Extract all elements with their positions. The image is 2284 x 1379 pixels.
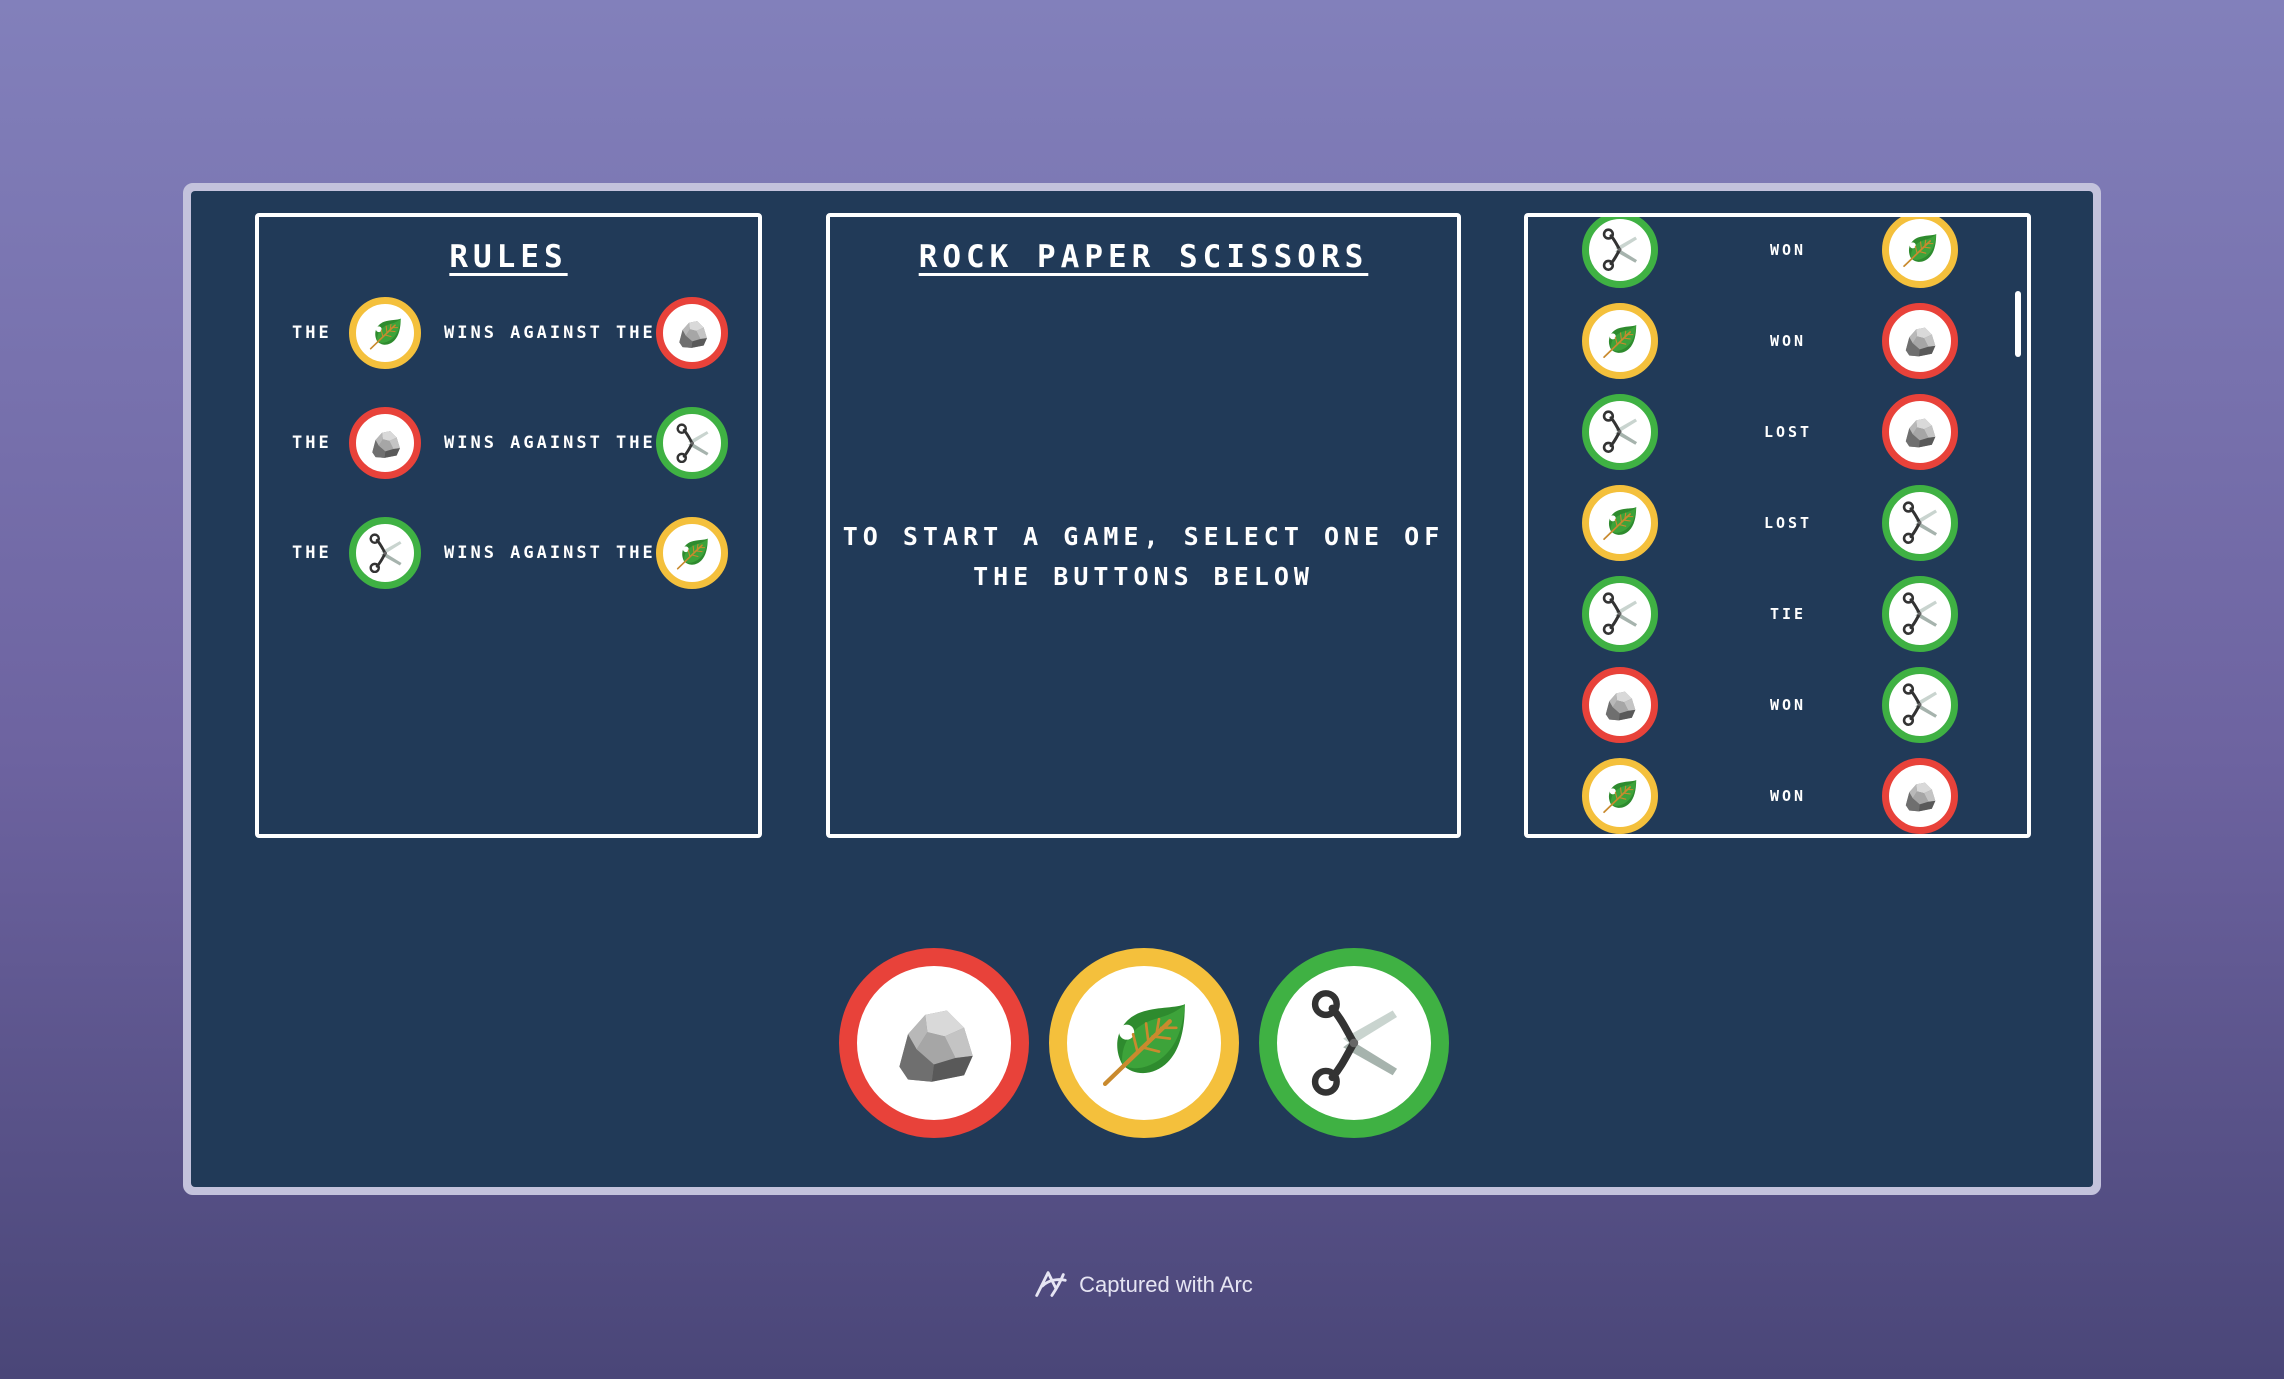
history-result: Won	[1769, 332, 1807, 350]
rock-button[interactable]	[839, 948, 1029, 1138]
scissors-icon	[1882, 576, 1958, 652]
paper-icon	[656, 517, 728, 589]
history-row: Lost	[1528, 392, 2027, 472]
rock-icon	[656, 297, 728, 369]
paper-icon	[1582, 758, 1658, 834]
history-row: Tie	[1528, 574, 2027, 654]
scissors-icon	[656, 407, 728, 479]
capture-footer: Captured with Arc	[0, 1268, 2284, 1302]
history-row: Won	[1528, 756, 2027, 834]
start-message-line1: To start a game, select one of	[842, 522, 1445, 551]
history-result: Lost	[1763, 423, 1813, 441]
scissors-icon	[1882, 485, 1958, 561]
history-row: Won	[1528, 217, 2027, 290]
rule-wins-label: wins against the	[444, 543, 656, 563]
rock-icon	[880, 989, 988, 1097]
scissors-icon	[1582, 576, 1658, 652]
scissors-icon	[1582, 217, 1658, 288]
rules-title: Rules	[449, 239, 568, 275]
history-panel[interactable]: Won Won Lost Lost Tie	[1524, 213, 2031, 838]
rock-icon	[349, 407, 421, 479]
arc-logo-icon	[1035, 1271, 1067, 1297]
rule-the-label: The	[292, 323, 332, 343]
rule-wins-label: wins against the	[444, 433, 656, 453]
rock-icon	[1882, 758, 1958, 834]
start-message-line2: the buttons below	[973, 562, 1314, 591]
main-panel: Rock Paper Scissors To start a game, sel…	[826, 213, 1461, 838]
history-result: Won	[1769, 787, 1807, 805]
scissors-icon	[1882, 667, 1958, 743]
history-row: Lost	[1528, 483, 2027, 563]
scissors-button[interactable]	[1259, 948, 1449, 1138]
rule-the-label: The	[292, 543, 332, 563]
rock-icon	[1582, 667, 1658, 743]
history-result: Lost	[1763, 514, 1813, 532]
history-row: Won	[1528, 301, 2027, 381]
history-result: Won	[1769, 696, 1807, 714]
rule-wins-label: wins against the	[444, 323, 656, 343]
paper-icon	[349, 297, 421, 369]
footer-text: Captured with Arc	[1079, 1272, 1253, 1297]
rule-row: The wins against the	[259, 517, 758, 589]
start-message: To start a game, select one of the butto…	[830, 517, 1457, 597]
rule-the-label: The	[292, 433, 332, 453]
paper-icon	[1582, 303, 1658, 379]
game-title: Rock Paper Scissors	[918, 239, 1369, 275]
paper-icon	[1090, 989, 1198, 1097]
rule-row: The wins against the	[259, 297, 758, 369]
rock-icon	[1882, 303, 1958, 379]
paper-button[interactable]	[1049, 948, 1239, 1138]
page: { "rules": { "title": "Rules", "rows": […	[0, 0, 2284, 1379]
history-row: Won	[1528, 665, 2027, 745]
rule-row: The wins against the	[259, 407, 758, 479]
rock-icon	[1882, 394, 1958, 470]
history-result: Tie	[1769, 605, 1807, 623]
history-result: Won	[1769, 241, 1807, 259]
history-scrollbar[interactable]	[2015, 291, 2021, 357]
paper-icon	[1582, 485, 1658, 561]
game-board: Rules The wins against the The wins agai…	[191, 191, 2093, 1187]
paper-icon	[1882, 217, 1958, 288]
scissors-icon	[349, 517, 421, 589]
scissors-icon	[1300, 989, 1408, 1097]
scissors-icon	[1582, 394, 1658, 470]
game-window-frame: Rules The wins against the The wins agai…	[183, 183, 2101, 1195]
rules-panel: Rules The wins against the The wins agai…	[255, 213, 762, 838]
